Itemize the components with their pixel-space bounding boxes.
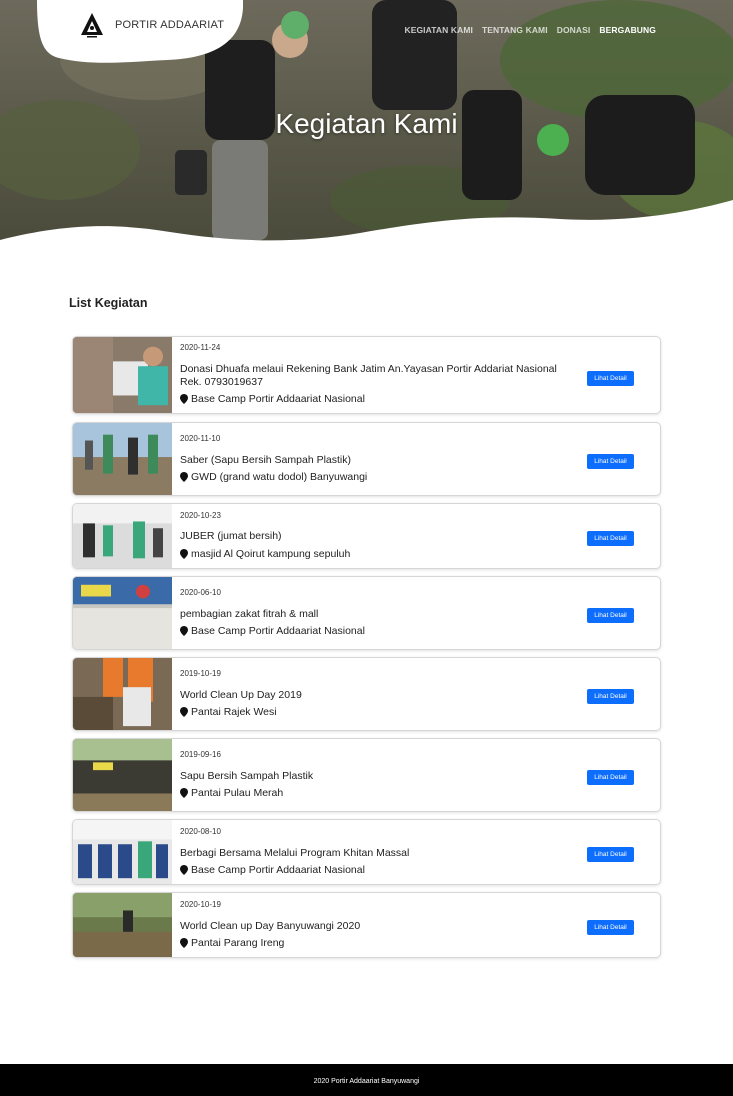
activity-location-text: Base Camp Portir Addaariat Nasional (191, 625, 365, 637)
activity-card: 2020-08-10 Berbagi Bersama Melalui Progr… (72, 819, 661, 885)
activity-card: 2020-10-23 JUBER (jumat bersih) masjid A… (72, 503, 661, 569)
lihat-detail-button[interactable]: Lihat Detail (587, 770, 634, 785)
activity-date: 2020-11-24 (180, 343, 221, 352)
activity-card: 2020-11-24 Donasi Dhuafa melaui Rekening… (72, 336, 661, 414)
activity-location: Pantai Parang Ireng (180, 937, 284, 949)
activity-card: 2020-10-19 World Clean up Day Banyuwangi… (72, 892, 661, 958)
activity-location: Pantai Rajek Wesi (180, 706, 277, 718)
logo-background-shape (37, 0, 243, 63)
activity-title: JUBER (jumat bersih) (180, 530, 282, 542)
activity-card: 2019-10-19 World Clean Up Day 2019 Panta… (72, 657, 661, 731)
activity-title: Sapu Bersih Sampah Plastik (180, 770, 314, 782)
activity-location-text: masjid Al Qoirut kampung sepuluh (191, 548, 351, 560)
activity-thumbnail[interactable] (73, 820, 172, 884)
lihat-detail-button[interactable]: Lihat Detail (587, 920, 634, 935)
map-pin-icon (180, 394, 188, 404)
activity-thumbnail[interactable] (73, 893, 172, 957)
activity-location-text: Pantai Rajek Wesi (191, 706, 277, 718)
footer: 2020 Portir Addaariat Banyuwangi (0, 1064, 733, 1096)
nav-item-tentang-kami[interactable]: TENTANG KAMI (482, 25, 548, 35)
activity-thumbnail[interactable] (73, 739, 172, 811)
activity-card: 2020-06-10 pembagian zakat fitrah & mall… (72, 576, 661, 650)
activity-date: 2019-09-16 (180, 750, 221, 759)
activity-location-text: Pantai Pulau Merah (191, 787, 284, 799)
activity-location-text: GWD (grand watu dodol) Banyuwangi (191, 471, 368, 483)
activity-thumbnail[interactable] (73, 658, 172, 730)
activity-card: 2020-11-10 Saber (Sapu Bersih Sampah Pla… (72, 422, 661, 496)
map-pin-icon (180, 707, 188, 717)
activity-date: 2020-10-19 (180, 900, 221, 909)
activity-location-text: Base Camp Portir Addaariat Nasional (191, 864, 365, 876)
activity-location: Base Camp Portir Addaariat Nasional (180, 625, 365, 637)
lihat-detail-button[interactable]: Lihat Detail (587, 454, 634, 469)
triangle-logo-icon[interactable] (80, 12, 104, 38)
lihat-detail-button[interactable]: Lihat Detail (587, 371, 634, 386)
activity-card: 2019-09-16 Sapu Bersih Sampah Plastik Pa… (72, 738, 661, 812)
activity-date: 2019-10-19 (180, 669, 221, 678)
nav-item-bergabung[interactable]: BERGABUNG (599, 25, 656, 35)
map-pin-icon (180, 549, 188, 559)
activity-date: 2020-11-10 (180, 434, 221, 443)
map-pin-icon (180, 626, 188, 636)
nav-item-donasi[interactable]: DONASI (557, 25, 591, 35)
activity-location: Pantai Pulau Merah (180, 787, 283, 799)
activity-thumbnail[interactable] (73, 504, 172, 568)
activity-location: GWD (grand watu dodol) Banyuwangi (180, 471, 367, 483)
activity-location: masjid Al Qoirut kampung sepuluh (180, 548, 350, 560)
map-pin-icon (180, 865, 188, 875)
nav-item-kegiatan-kami[interactable]: KEGIATAN KAMI (404, 25, 473, 35)
main-nav: KEGIATAN KAMI TENTANG KAMI DONASI BERGAB… (404, 25, 656, 35)
map-pin-icon (180, 788, 188, 798)
lihat-detail-button[interactable]: Lihat Detail (587, 847, 634, 862)
activity-date: 2020-06-10 (180, 588, 221, 597)
activity-location-text: Base Camp Portir Addaariat Nasional (191, 393, 365, 405)
map-pin-icon (180, 938, 188, 948)
activity-location: Base Camp Portir Addaariat Nasional (180, 864, 365, 876)
lihat-detail-button[interactable]: Lihat Detail (587, 689, 634, 704)
page-title: Kegiatan Kami (275, 108, 458, 139)
activity-title: Berbagi Bersama Melalui Program Khitan M… (180, 847, 410, 859)
activity-title: World Clean Up Day 2019 (180, 689, 302, 701)
activity-location-text: Pantai Parang Ireng (191, 937, 285, 949)
activity-date: 2020-08-10 (180, 827, 221, 836)
section-title: List Kegiatan (69, 296, 148, 310)
activity-title: World Clean up Day Banyuwangi 2020 (180, 920, 361, 932)
activity-title: pembagian zakat fitrah & mall (180, 608, 319, 620)
footer-copyright: 2020 Portir Addaariat Banyuwangi (313, 1078, 420, 1085)
activity-thumbnail[interactable] (73, 337, 172, 413)
activity-thumbnail[interactable] (73, 577, 172, 649)
activity-title: Donasi Dhuafa melaui Rekening Bank Jatim… (180, 363, 557, 388)
activity-thumbnail[interactable] (73, 423, 172, 495)
activity-location: Base Camp Portir Addaariat Nasional (180, 393, 365, 405)
activity-date: 2020-10-23 (180, 511, 221, 520)
map-pin-icon (180, 472, 188, 482)
activity-title: Saber (Sapu Bersih Sampah Plastik) (180, 454, 351, 466)
lihat-detail-button[interactable]: Lihat Detail (587, 531, 634, 546)
brand-name[interactable]: PORTIR ADDAARIAT (115, 19, 224, 31)
lihat-detail-button[interactable]: Lihat Detail (587, 608, 634, 623)
